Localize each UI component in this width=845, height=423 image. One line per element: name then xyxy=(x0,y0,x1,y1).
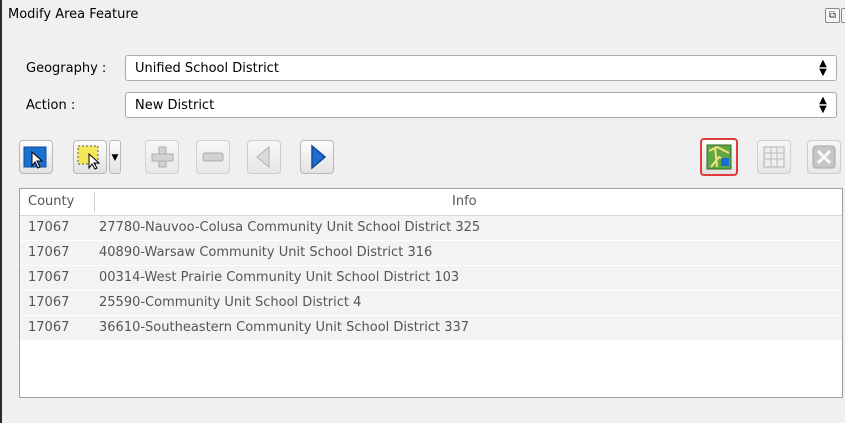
close-panel-icon[interactable]: ✕ xyxy=(841,8,845,23)
select-arrows-icon: ▲ ▼ xyxy=(819,95,827,115)
table-row[interactable]: 17067 27780-Nauvoo-Colusa Community Unit… xyxy=(20,216,842,241)
column-header-info[interactable]: Info xyxy=(452,194,477,209)
remove-icon xyxy=(202,152,224,162)
county-cell: 17067 xyxy=(28,245,70,260)
info-cell: 36610-Southeastern Community Unit School… xyxy=(99,320,470,335)
column-header-county[interactable]: County xyxy=(28,194,74,209)
next-button[interactable] xyxy=(300,140,334,174)
district-table: County Info 17067 27780-Nauvoo-Colusa Co… xyxy=(19,188,843,398)
next-icon xyxy=(311,144,327,170)
county-cell: 17067 xyxy=(28,220,70,235)
window-title: Modify Area Feature xyxy=(8,7,139,22)
action-label: Action : xyxy=(26,98,76,113)
modify-area-feature-panel: Modify Area Feature ⧉ ✕ Geography : Unif… xyxy=(0,0,845,423)
info-cell: 40890-Warsaw Community Unit School Distr… xyxy=(99,245,433,260)
geography-label: Geography : xyxy=(26,61,107,76)
county-cell: 17067 xyxy=(28,320,70,335)
add-icon xyxy=(151,146,174,168)
action-selected-value: New District xyxy=(135,98,215,113)
dropdown-arrow-icon: ▼ xyxy=(111,153,119,163)
info-cell: 00314-West Prairie Community Unit School… xyxy=(99,270,460,285)
table-view-button[interactable] xyxy=(757,140,791,174)
info-cell: 25590-Community Unit School District 4 xyxy=(99,295,362,310)
geography-select[interactable]: Unified School District ▲ ▼ xyxy=(125,55,837,81)
rectangle-select-icon xyxy=(77,145,101,170)
column-divider[interactable] xyxy=(94,192,95,212)
geography-selected-value: Unified School District xyxy=(135,61,279,76)
table-row[interactable]: 17067 00314-West Prairie Community Unit … xyxy=(20,266,842,291)
county-cell: 17067 xyxy=(28,295,70,310)
clear-button[interactable] xyxy=(807,140,841,174)
select-feature-button[interactable] xyxy=(19,140,53,174)
action-select[interactable]: New District ▲ ▼ xyxy=(125,92,837,118)
close-icon xyxy=(812,145,836,169)
info-cell: 27780-Nauvoo-Colusa Community Unit Schoo… xyxy=(99,220,481,235)
table-row[interactable]: 17067 36610-Southeastern Community Unit … xyxy=(20,316,842,341)
add-feature-button[interactable] xyxy=(145,140,179,174)
map-view-icon xyxy=(706,144,732,170)
select-arrows-icon: ▲ ▼ xyxy=(819,58,827,78)
table-row[interactable]: 17067 40890-Warsaw Community Unit School… xyxy=(20,241,842,266)
map-view-button[interactable] xyxy=(700,138,738,176)
rectangle-select-button[interactable] xyxy=(73,140,107,174)
table-header: County Info xyxy=(20,189,842,216)
float-panel-icon[interactable]: ⧉ xyxy=(825,8,840,23)
previous-icon xyxy=(256,145,270,169)
title-bar: Modify Area Feature ⧉ ✕ xyxy=(2,0,845,32)
select-pointer-icon xyxy=(23,146,47,169)
select-mode-dropdown-button[interactable]: ▼ xyxy=(109,140,121,174)
table-row[interactable]: 17067 25590-Community Unit School Distri… xyxy=(20,291,842,316)
table-view-icon xyxy=(763,146,785,168)
county-cell: 17067 xyxy=(28,270,70,285)
remove-feature-button[interactable] xyxy=(196,140,230,174)
previous-button[interactable] xyxy=(247,140,281,174)
